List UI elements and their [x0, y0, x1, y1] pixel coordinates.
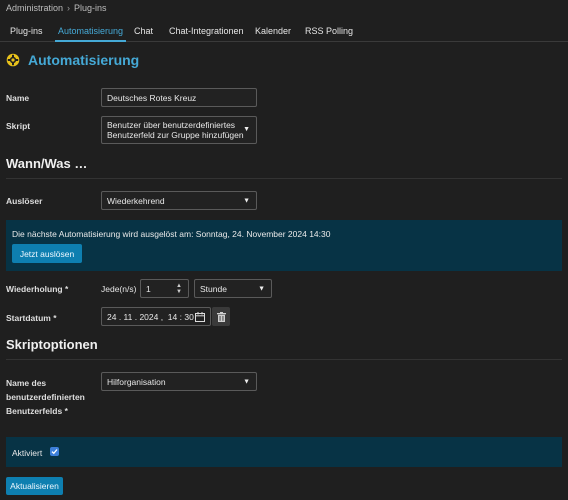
- enabled-checkbox[interactable]: [50, 447, 59, 456]
- custom-field-label-line2: benutzerdefinierten: [6, 392, 85, 402]
- repeat-label-text: Wiederholung: [6, 284, 63, 294]
- custom-field-label-line3: Benutzerfelds: [6, 406, 63, 416]
- tab-kalender[interactable]: Kalender: [255, 26, 291, 36]
- breadcrumb-plugins[interactable]: Plug-ins: [74, 3, 107, 13]
- breadcrumb-administration[interactable]: Administration: [6, 3, 63, 13]
- page-header: Automatisierung: [6, 52, 139, 68]
- start-date-value: 24 . 11 . 2024 , 14 : 30: [107, 311, 194, 322]
- update-button[interactable]: Aktualisieren: [6, 477, 63, 495]
- gear-icon: [6, 53, 20, 67]
- repeat-label: Wiederholung *: [6, 284, 68, 294]
- unit-value: Stunde: [200, 283, 227, 294]
- every-value: 1: [146, 283, 151, 294]
- stepper-icon[interactable]: ▲ ▼: [176, 283, 182, 295]
- tab-chat-integrationen[interactable]: Chat-Integrationen: [169, 26, 244, 36]
- calendar-icon[interactable]: [195, 312, 205, 322]
- enabled-banner: Aktiviert: [6, 437, 562, 467]
- script-value-line1: Benutzer über benutzerdefiniertes: [107, 120, 236, 130]
- custom-field-label-line3-wrap: Benutzerfelds *: [6, 404, 85, 418]
- tab-chat[interactable]: Chat: [134, 26, 153, 36]
- required-marker: *: [53, 313, 57, 323]
- every-number-input[interactable]: 1 ▲ ▼: [140, 279, 189, 298]
- section-divider: [6, 359, 562, 360]
- start-label: Startdatum *: [6, 313, 57, 323]
- start-datetime-input[interactable]: 24 . 11 . 2024 , 14 : 30: [101, 307, 211, 326]
- script-label: Skript: [6, 121, 31, 131]
- custom-field-select[interactable]: Hilforganisation ▼: [101, 372, 257, 391]
- trigger-now-button[interactable]: Jetzt auslösen: [12, 244, 82, 263]
- section-divider: [6, 178, 562, 179]
- section-heading-options: Skriptoptionen: [6, 337, 98, 352]
- tab-plugins[interactable]: Plug-ins: [10, 26, 43, 36]
- enabled-label: Aktiviert: [12, 448, 43, 458]
- tab-bar: Plug-ins Automatisierung Chat Chat-Integ…: [0, 21, 568, 42]
- script-value-line2: Benutzerfeld zur Gruppe hinzufügen: [107, 130, 244, 140]
- trigger-label: Auslöser: [6, 196, 43, 206]
- caret-down-icon: ▼: [243, 378, 250, 385]
- breadcrumb: Administration › Plug-ins: [6, 3, 107, 13]
- chevron-right-icon: ›: [67, 3, 71, 13]
- script-select[interactable]: Benutzer über benutzerdefiniertes Benutz…: [101, 116, 257, 144]
- unit-select[interactable]: Stunde ▼: [194, 279, 272, 298]
- section-heading-when: Wann/Was …: [6, 156, 88, 171]
- page-title: Automatisierung: [28, 52, 140, 68]
- required-marker: *: [64, 284, 69, 294]
- tab-automatisierung[interactable]: Automatisierung: [54, 26, 127, 42]
- clear-date-button[interactable]: [212, 307, 230, 326]
- next-run-banner: Die nächste Automatisierung wird ausgelö…: [6, 220, 562, 271]
- custom-field-value: Hilforganisation: [107, 376, 166, 387]
- custom-field-label: Name des benutzerdefinierten Benutzerfel…: [6, 376, 85, 418]
- start-label-text: Startdatum: [6, 313, 51, 323]
- every-label: Jede(n/s): [101, 284, 137, 294]
- caret-down-icon: ▼: [258, 285, 265, 292]
- checkmark-icon: [51, 449, 58, 455]
- custom-field-label-line1: Name des: [6, 378, 47, 388]
- caret-down-icon: ▼: [243, 197, 250, 204]
- next-run-text: Die nächste Automatisierung wird ausgelö…: [12, 229, 331, 239]
- required-marker: *: [64, 406, 68, 416]
- trash-icon: [216, 311, 226, 322]
- trigger-select[interactable]: Wiederkehrend ▼: [101, 191, 257, 210]
- name-label: Name: [6, 93, 30, 103]
- caret-down-icon: ▼: [243, 126, 250, 133]
- tab-rss-polling[interactable]: RSS Polling: [305, 26, 353, 36]
- name-field[interactable]: Deutsches Rotes Kreuz: [101, 88, 257, 107]
- trigger-value: Wiederkehrend: [107, 195, 165, 206]
